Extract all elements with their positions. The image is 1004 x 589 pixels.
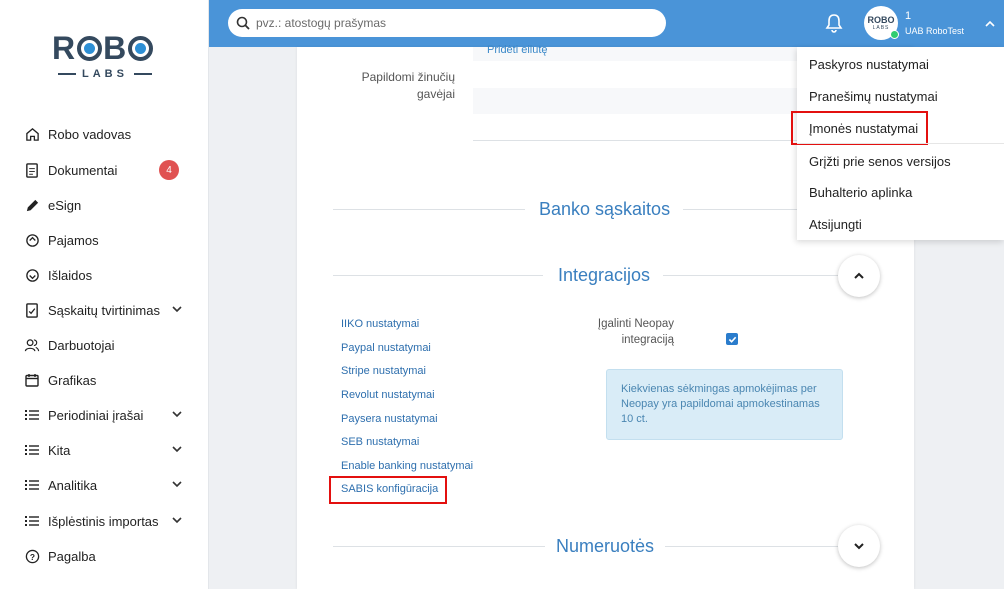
list-icon: [24, 477, 40, 493]
sidebar-item-periodiniai-irasai[interactable]: Periodiniai įrašai: [24, 403, 194, 427]
expand-numbering-button[interactable]: [838, 525, 880, 567]
sidebar-item-label: Sąskaitų tvirtinimas: [48, 302, 160, 318]
sidebar-item-kita[interactable]: Kita: [24, 438, 194, 462]
neopay-enable-label: Įgalinti Neopay integraciją: [597, 318, 674, 346]
sidebar-item-analitika[interactable]: Analitika: [24, 473, 194, 497]
chevron-down-icon: [172, 306, 182, 313]
pen-icon: [24, 197, 40, 213]
sidebar-item-label: Grafikas: [48, 372, 97, 388]
expense-icon: [24, 267, 40, 283]
avatar[interactable]: ROBO LABS: [864, 6, 899, 40]
sidebar-item-grafikas[interactable]: Grafikas: [24, 368, 194, 392]
add-row-link[interactable]: Pridėti eilutę: [487, 44, 548, 56]
online-status-dot: [890, 30, 899, 39]
svg-text:?: ?: [29, 551, 34, 561]
neopay-info-alert: Kiekvienas sėkmingas apmokėjimas per Neo…: [606, 369, 843, 440]
user-menu-dropdown: Paskyros nustatymai Pranešimų nustatymai…: [791, 47, 1004, 240]
sidebar-item-isplestinis-importas[interactable]: Išplėstinis importas: [24, 509, 194, 533]
divider: [797, 143, 1004, 144]
stripe-settings-link[interactable]: Stripe nustatymai: [341, 365, 426, 377]
sidebar-item-label: Dokumentai: [48, 162, 118, 178]
robo-labs-logo[interactable]: RB LABS: [52, 32, 158, 84]
iiko-settings-link[interactable]: IIKO nustatymai: [341, 318, 419, 330]
search-box[interactable]: [228, 9, 666, 37]
sidebar-item-label: Analitika: [48, 477, 98, 493]
section-title-bank[interactable]: Banko sąskaitos: [539, 199, 670, 220]
menu-item-old-version[interactable]: Grįžti prie senos versijos: [809, 154, 951, 169]
divider: [333, 275, 543, 276]
sidebar-item-islaidos[interactable]: Išlaidos: [24, 263, 194, 287]
section-title-numbering[interactable]: Numeruotės: [556, 536, 654, 557]
sidebar-item-label: Periodiniai įrašai: [48, 407, 144, 423]
divider: [333, 546, 545, 547]
income-icon: [24, 232, 40, 248]
revolut-settings-link[interactable]: Revolut nustatymai: [341, 389, 435, 401]
paypal-settings-link[interactable]: Paypal nustatymai: [341, 342, 431, 354]
sidebar-item-label: Pagalba: [48, 548, 96, 564]
chevron-up-icon: [854, 272, 864, 279]
sidebar-item-robo-vadovas[interactable]: Robo vadovas: [24, 122, 194, 146]
sidebar-item-label: Išlaidos: [48, 267, 93, 283]
menu-item-account-settings[interactable]: Paskyros nustatymai: [809, 57, 929, 72]
sidebar-item-label: eSign: [48, 197, 82, 213]
list-icon: [24, 513, 40, 529]
chevron-down-icon: [172, 517, 182, 524]
enable-banking-settings-link[interactable]: Enable banking nustatymai: [341, 460, 473, 472]
divider: [683, 209, 803, 210]
chevron-down-icon: [172, 481, 182, 488]
home-icon: [24, 126, 40, 142]
chevron-down-icon: [172, 411, 182, 418]
list-icon: [24, 442, 40, 458]
sidebar-item-label: Kita: [48, 442, 71, 458]
menu-item-accountant-environment[interactable]: Buhalterio aplinka: [809, 185, 912, 200]
divider: [333, 209, 525, 210]
neopay-enable-checkbox[interactable]: [726, 333, 738, 345]
sidebar-item-label: Darbuotojai: [48, 337, 115, 353]
collapse-integrations-button[interactable]: [838, 255, 880, 297]
list-icon: [24, 407, 40, 423]
sidebar-item-esign[interactable]: eSign: [24, 193, 194, 217]
chevron-down-icon: [172, 446, 182, 453]
divider: [663, 275, 838, 276]
menu-item-logout[interactable]: Atsijungti: [809, 217, 862, 232]
sidebar-item-label: Pajamos: [48, 232, 99, 248]
sidebar-item-label: Išplėstinis importas: [48, 513, 159, 529]
sidebar-item-label: Robo vadovas: [48, 126, 132, 142]
sidebar-item-saskaitu-tvirtinimas[interactable]: Sąskaitų tvirtinimas: [24, 298, 194, 322]
sidebar-item-pajamos[interactable]: Pajamos: [24, 228, 194, 252]
paysera-settings-link[interactable]: Paysera nustatymai: [341, 413, 438, 425]
user-count: 1: [905, 10, 912, 22]
menu-item-notification-settings[interactable]: Pranešimų nustatymai: [809, 89, 938, 104]
users-icon: [24, 337, 40, 353]
calendar-icon: [24, 372, 40, 388]
extra-recipients-label: Papildomi žinučių gavėjai: [361, 70, 455, 101]
chevron-up-icon[interactable]: [984, 18, 996, 30]
documents-count-badge: 4: [159, 160, 179, 180]
bell-icon[interactable]: [823, 12, 845, 34]
topbar: ROBO LABS 1 UAB RoboTest: [209, 0, 1004, 47]
seb-settings-link[interactable]: SEB nustatymai: [341, 436, 419, 448]
document-icon: [24, 162, 40, 178]
search-icon: [236, 16, 250, 30]
highlight-box: [329, 476, 447, 504]
checkmark-icon: [728, 336, 736, 343]
chevron-down-icon: [854, 543, 864, 550]
section-title-integrations[interactable]: Integracijos: [558, 265, 650, 286]
approve-doc-icon: [24, 302, 40, 318]
logo-subtext: LABS: [82, 68, 128, 80]
user-company: UAB RoboTest: [905, 26, 965, 36]
sidebar-item-darbuotojai[interactable]: Darbuotojai: [24, 333, 194, 357]
search-input[interactable]: [256, 16, 636, 30]
help-icon: ?: [24, 548, 40, 564]
highlight-box: [791, 111, 928, 145]
sidebar-item-pagalba[interactable]: ? Pagalba: [24, 544, 194, 568]
divider: [665, 546, 838, 547]
sidebar: RB LABS Robo vadovas Dokumentai 4 eSign …: [0, 0, 209, 589]
